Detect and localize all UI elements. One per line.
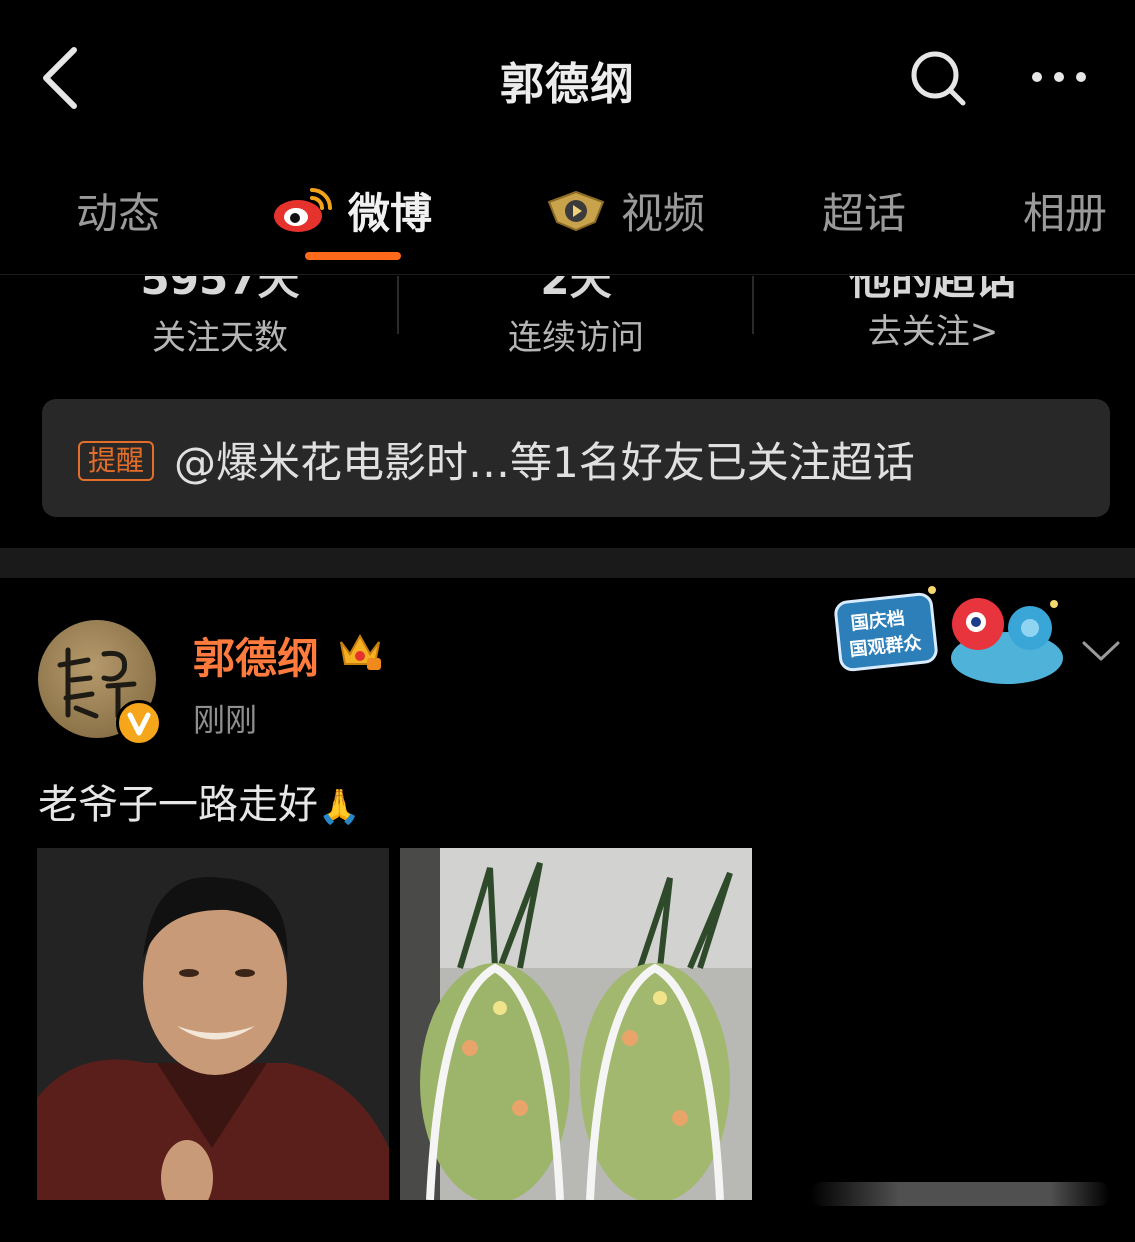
tab-dynamic[interactable]: 动态 xyxy=(76,180,160,240)
stat-value: 2天 xyxy=(540,276,612,304)
stat-value: 他的超话 xyxy=(848,276,1017,304)
reminder-badge: 提醒 xyxy=(78,441,155,481)
tab-label: 相册 xyxy=(1023,188,1108,238)
post-author-name[interactable]: 郭德纲 xyxy=(193,625,319,686)
top-bar: 郭德纲 xyxy=(0,0,1135,150)
tab-weibo[interactable]: 微博 xyxy=(272,180,432,240)
video-badge-icon xyxy=(545,186,607,234)
tab-label: 超话 xyxy=(822,188,907,238)
fan-stats: 5957天 关注天数 2天 连续访问 他的超话 去关注> xyxy=(0,276,1135,376)
stat-label: 连续访问 xyxy=(508,318,644,358)
tab-label: 微博 xyxy=(348,188,433,238)
vip-crown-icon xyxy=(337,628,383,672)
stat-follow-days: 5957天 关注天数 xyxy=(40,276,400,376)
tab-super-topic[interactable]: 超话 xyxy=(822,180,906,240)
post-text: 老爷子一路走好 xyxy=(38,782,318,828)
profile-tabs: 动态 微博 视频 超话 相册 xyxy=(0,150,1135,275)
national-day-sticker: 国庆档 国观群众 xyxy=(832,584,1072,694)
active-tab-indicator xyxy=(305,252,401,260)
search-icon[interactable] xyxy=(905,45,971,111)
praying-hands-emoji: 🙏 xyxy=(318,787,361,827)
watermark xyxy=(810,1182,1110,1206)
verified-badge-icon xyxy=(116,700,162,746)
stat-value: 5957天 xyxy=(140,276,300,304)
post-timestamp: 刚刚 xyxy=(193,701,258,739)
post-body: 老爷子一路走好🙏 xyxy=(38,772,360,830)
friend-reminder-banner[interactable]: 提醒 @爆米花电影时…等1名好友已关注超话 xyxy=(42,399,1110,517)
tab-label: 视频 xyxy=(621,188,706,238)
reminder-text: @爆米花电影时…等1名好友已关注超话 xyxy=(174,438,915,487)
more-dots-icon[interactable] xyxy=(1028,60,1090,94)
stat-consecutive-visits: 2天 连续访问 xyxy=(396,276,756,376)
stat-label: 关注天数 xyxy=(152,318,288,358)
stat-super-topic[interactable]: 他的超话 去关注> xyxy=(753,276,1113,376)
tab-album[interactable]: 相册 xyxy=(1023,180,1107,240)
tab-video[interactable]: 视频 xyxy=(545,180,705,240)
chevron-down-icon[interactable] xyxy=(1080,637,1122,665)
section-divider xyxy=(0,548,1135,578)
weibo-logo-icon xyxy=(272,186,334,234)
post-photo-wreaths[interactable] xyxy=(400,848,752,1200)
post-photo-portrait[interactable] xyxy=(37,848,389,1200)
tab-label: 动态 xyxy=(76,188,161,238)
go-follow-link[interactable]: 去关注> xyxy=(753,304,1113,353)
